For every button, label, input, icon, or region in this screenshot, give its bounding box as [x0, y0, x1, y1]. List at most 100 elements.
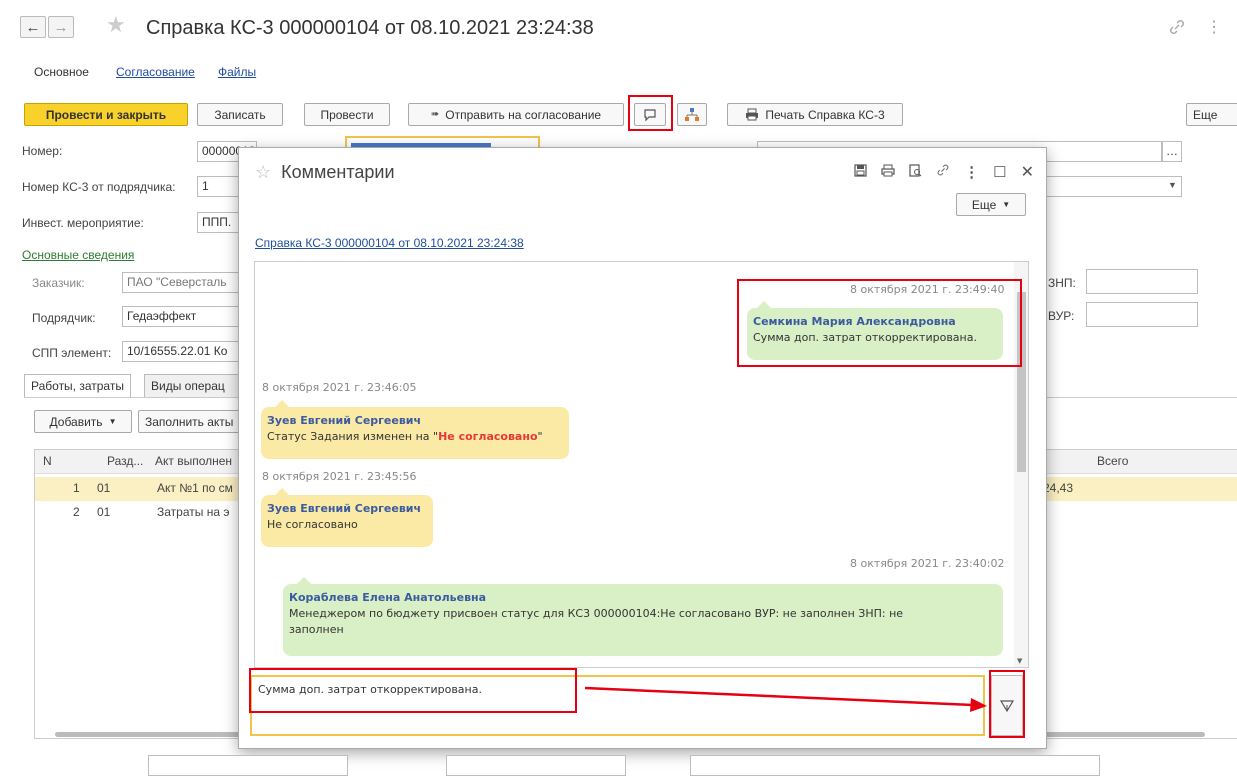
znp-label: ЗНП: [1048, 276, 1076, 290]
hierarchy-icon [685, 107, 699, 121]
print-label: Печать Справка КС-3 [765, 107, 885, 122]
message-bubble: Кораблева Елена Анатольевна Менеджером п… [283, 577, 1003, 656]
page-title: Справка КС-3 000000104 от 08.10.2021 23:… [146, 17, 594, 39]
ks3-number-label: Номер КС-3 от подрядчика: [22, 180, 176, 194]
structure-button[interactable] [677, 103, 707, 126]
bottom-field-1[interactable] [148, 755, 348, 776]
message-text: Сумма доп. затрат откорректирована. [753, 331, 977, 344]
vur-label: ВУР: [1048, 309, 1075, 323]
favorite-star-icon[interactable]: ★ [106, 12, 126, 38]
tab-approval[interactable]: Согласование [116, 65, 195, 79]
more-vertical-icon[interactable]: ⋮ [1206, 17, 1222, 37]
chevron-down-icon: ▼ [1002, 200, 1011, 209]
scrollbar-thumb[interactable] [1017, 292, 1026, 472]
invest-label: Инвест. мероприятие: [22, 216, 144, 230]
forward-button[interactable]: → [48, 16, 74, 38]
message-timestamp: 8 октября 2021 г. 23:45:56 [262, 470, 417, 483]
post-and-close-label: Провести и закрыть [45, 107, 167, 122]
message-bubble: Зуев Евгений Сергеевич Не согласовано [261, 488, 433, 547]
message-text: Статус Задания изменен на "Не согласован… [267, 429, 563, 445]
comments-dialog: ☆ Комментарии ⋮ ☐ ✕ Еще ▼ Справка КС-3 0… [238, 147, 1047, 749]
more-button[interactable]: Еще [1186, 103, 1237, 126]
message-author: Зуев Евгений Сергеевич [267, 502, 422, 515]
tab-operations[interactable]: Виды операц [144, 374, 244, 398]
arrow-to-send-annotation [584, 686, 987, 712]
row-n: 2 [73, 505, 80, 519]
send-icon [1000, 699, 1014, 712]
fill-acts-label: Заполнить акты [145, 414, 234, 429]
post-button[interactable]: Провести [304, 103, 390, 126]
col-total[interactable]: Всего [1097, 450, 1128, 473]
close-icon[interactable]: ✕ [1021, 162, 1034, 182]
col-act[interactable]: Акт выполнен [155, 450, 235, 473]
comment-icon [644, 108, 656, 121]
send-for-approval-label: Отправить на согласование [445, 107, 602, 122]
status-not-approved: Не согласовано [438, 430, 538, 443]
row-act: Акт №1 по см [157, 481, 233, 495]
message-author: Семкина Мария Александровна [753, 315, 956, 328]
main-info-link[interactable]: Основные сведения [22, 248, 134, 262]
document-link[interactable]: Справка КС-3 000000104 от 08.10.2021 23:… [255, 236, 524, 250]
save-icon[interactable] [854, 163, 867, 181]
maximize-icon[interactable]: ☐ [993, 163, 1006, 181]
feed-scrollbar[interactable]: ▼ [1014, 262, 1028, 667]
send-button[interactable] [991, 675, 1023, 736]
bottom-field-3[interactable] [690, 755, 1100, 776]
comments-feed[interactable]: 8 октября 2021 г. 23:49:40 Семкина Мария… [254, 261, 1029, 668]
row-n: 1 [73, 481, 80, 495]
message-timestamp: 8 октября 2021 г. 23:46:05 [262, 381, 417, 394]
bottom-field-2[interactable] [446, 755, 626, 776]
message-bubble: Семкина Мария Александровна Сумма доп. з… [747, 301, 1003, 360]
spp-field[interactable]: 10/16555.22.01 Ко [122, 341, 242, 362]
chevron-down-icon[interactable]: ▼ [1168, 180, 1177, 190]
dialog-title: Комментарии [281, 162, 395, 182]
row-act: Затраты на э [157, 505, 230, 519]
favorite-star-icon[interactable]: ☆ [255, 162, 271, 183]
more-vertical-icon[interactable]: ⋮ [964, 163, 979, 181]
contract-field[interactable] [1040, 176, 1182, 197]
customer-field[interactable]: ПАО "Северсталь [122, 272, 242, 293]
more-label: Еще [1193, 107, 1218, 122]
fill-acts-button[interactable]: Заполнить акты [138, 410, 248, 433]
send-arrow-icon: ➠ [430, 109, 440, 120]
message-text-line2: заполнен [289, 623, 344, 636]
message-author: Кораблева Елена Анатольевна [289, 591, 487, 604]
back-button[interactable]: ← [20, 16, 46, 38]
forward-arrow-icon: → [53, 18, 69, 36]
message-author: Зуев Евгений Сергеевич [267, 414, 422, 427]
scroll-down-icon[interactable]: ▼ [1017, 657, 1022, 665]
message-timestamp: 8 октября 2021 г. 23:40:02 [850, 557, 1005, 570]
post-and-close-button[interactable]: Провести и закрыть [24, 103, 188, 126]
send-for-approval-button[interactable]: ➠ Отправить на согласование [408, 103, 624, 126]
message-text-line1: Менеджером по бюджету присвоен статус дл… [289, 607, 904, 620]
vur-field[interactable] [1086, 302, 1198, 327]
message-text-prefix: Статус Задания изменен на " [267, 430, 439, 443]
number-label: Номер: [22, 144, 63, 158]
tab-files[interactable]: Файлы [218, 65, 256, 79]
tab-works[interactable]: Работы, затраты [24, 374, 131, 398]
link-icon[interactable] [1168, 18, 1186, 39]
add-button[interactable]: Добавить ▼ [34, 410, 132, 433]
comment-input-text: Сумма доп. затрат откорректирована. [258, 683, 482, 696]
save-button[interactable]: Записать [197, 103, 283, 126]
preview-icon[interactable] [909, 163, 922, 181]
period-select-button[interactable]: … [1162, 141, 1182, 162]
message-text: Не согласовано [267, 518, 358, 531]
link-icon[interactable] [936, 163, 950, 181]
dialog-more-button[interactable]: Еще ▼ [956, 193, 1026, 216]
print-button[interactable]: Печать Справка КС-3 [727, 103, 903, 126]
printer-icon [746, 108, 759, 121]
save-label: Записать [214, 107, 266, 122]
tab-main[interactable]: Основное [34, 65, 89, 79]
message-bubble: Зуев Евгений Сергеевич Статус Задания из… [261, 400, 569, 459]
contractor-field[interactable]: Гедаэффект [122, 306, 242, 327]
comments-button[interactable] [634, 103, 666, 126]
add-label: Добавить [49, 414, 103, 429]
dialog-more-label: Еще [971, 197, 997, 212]
col-n[interactable]: N [43, 450, 52, 473]
row-section: 01 [97, 481, 111, 495]
znp-field[interactable] [1086, 269, 1198, 294]
printer-icon[interactable] [881, 164, 895, 181]
col-section[interactable]: Разд... [107, 450, 143, 473]
message-timestamp: 8 октября 2021 г. 23:49:40 [850, 283, 1005, 296]
